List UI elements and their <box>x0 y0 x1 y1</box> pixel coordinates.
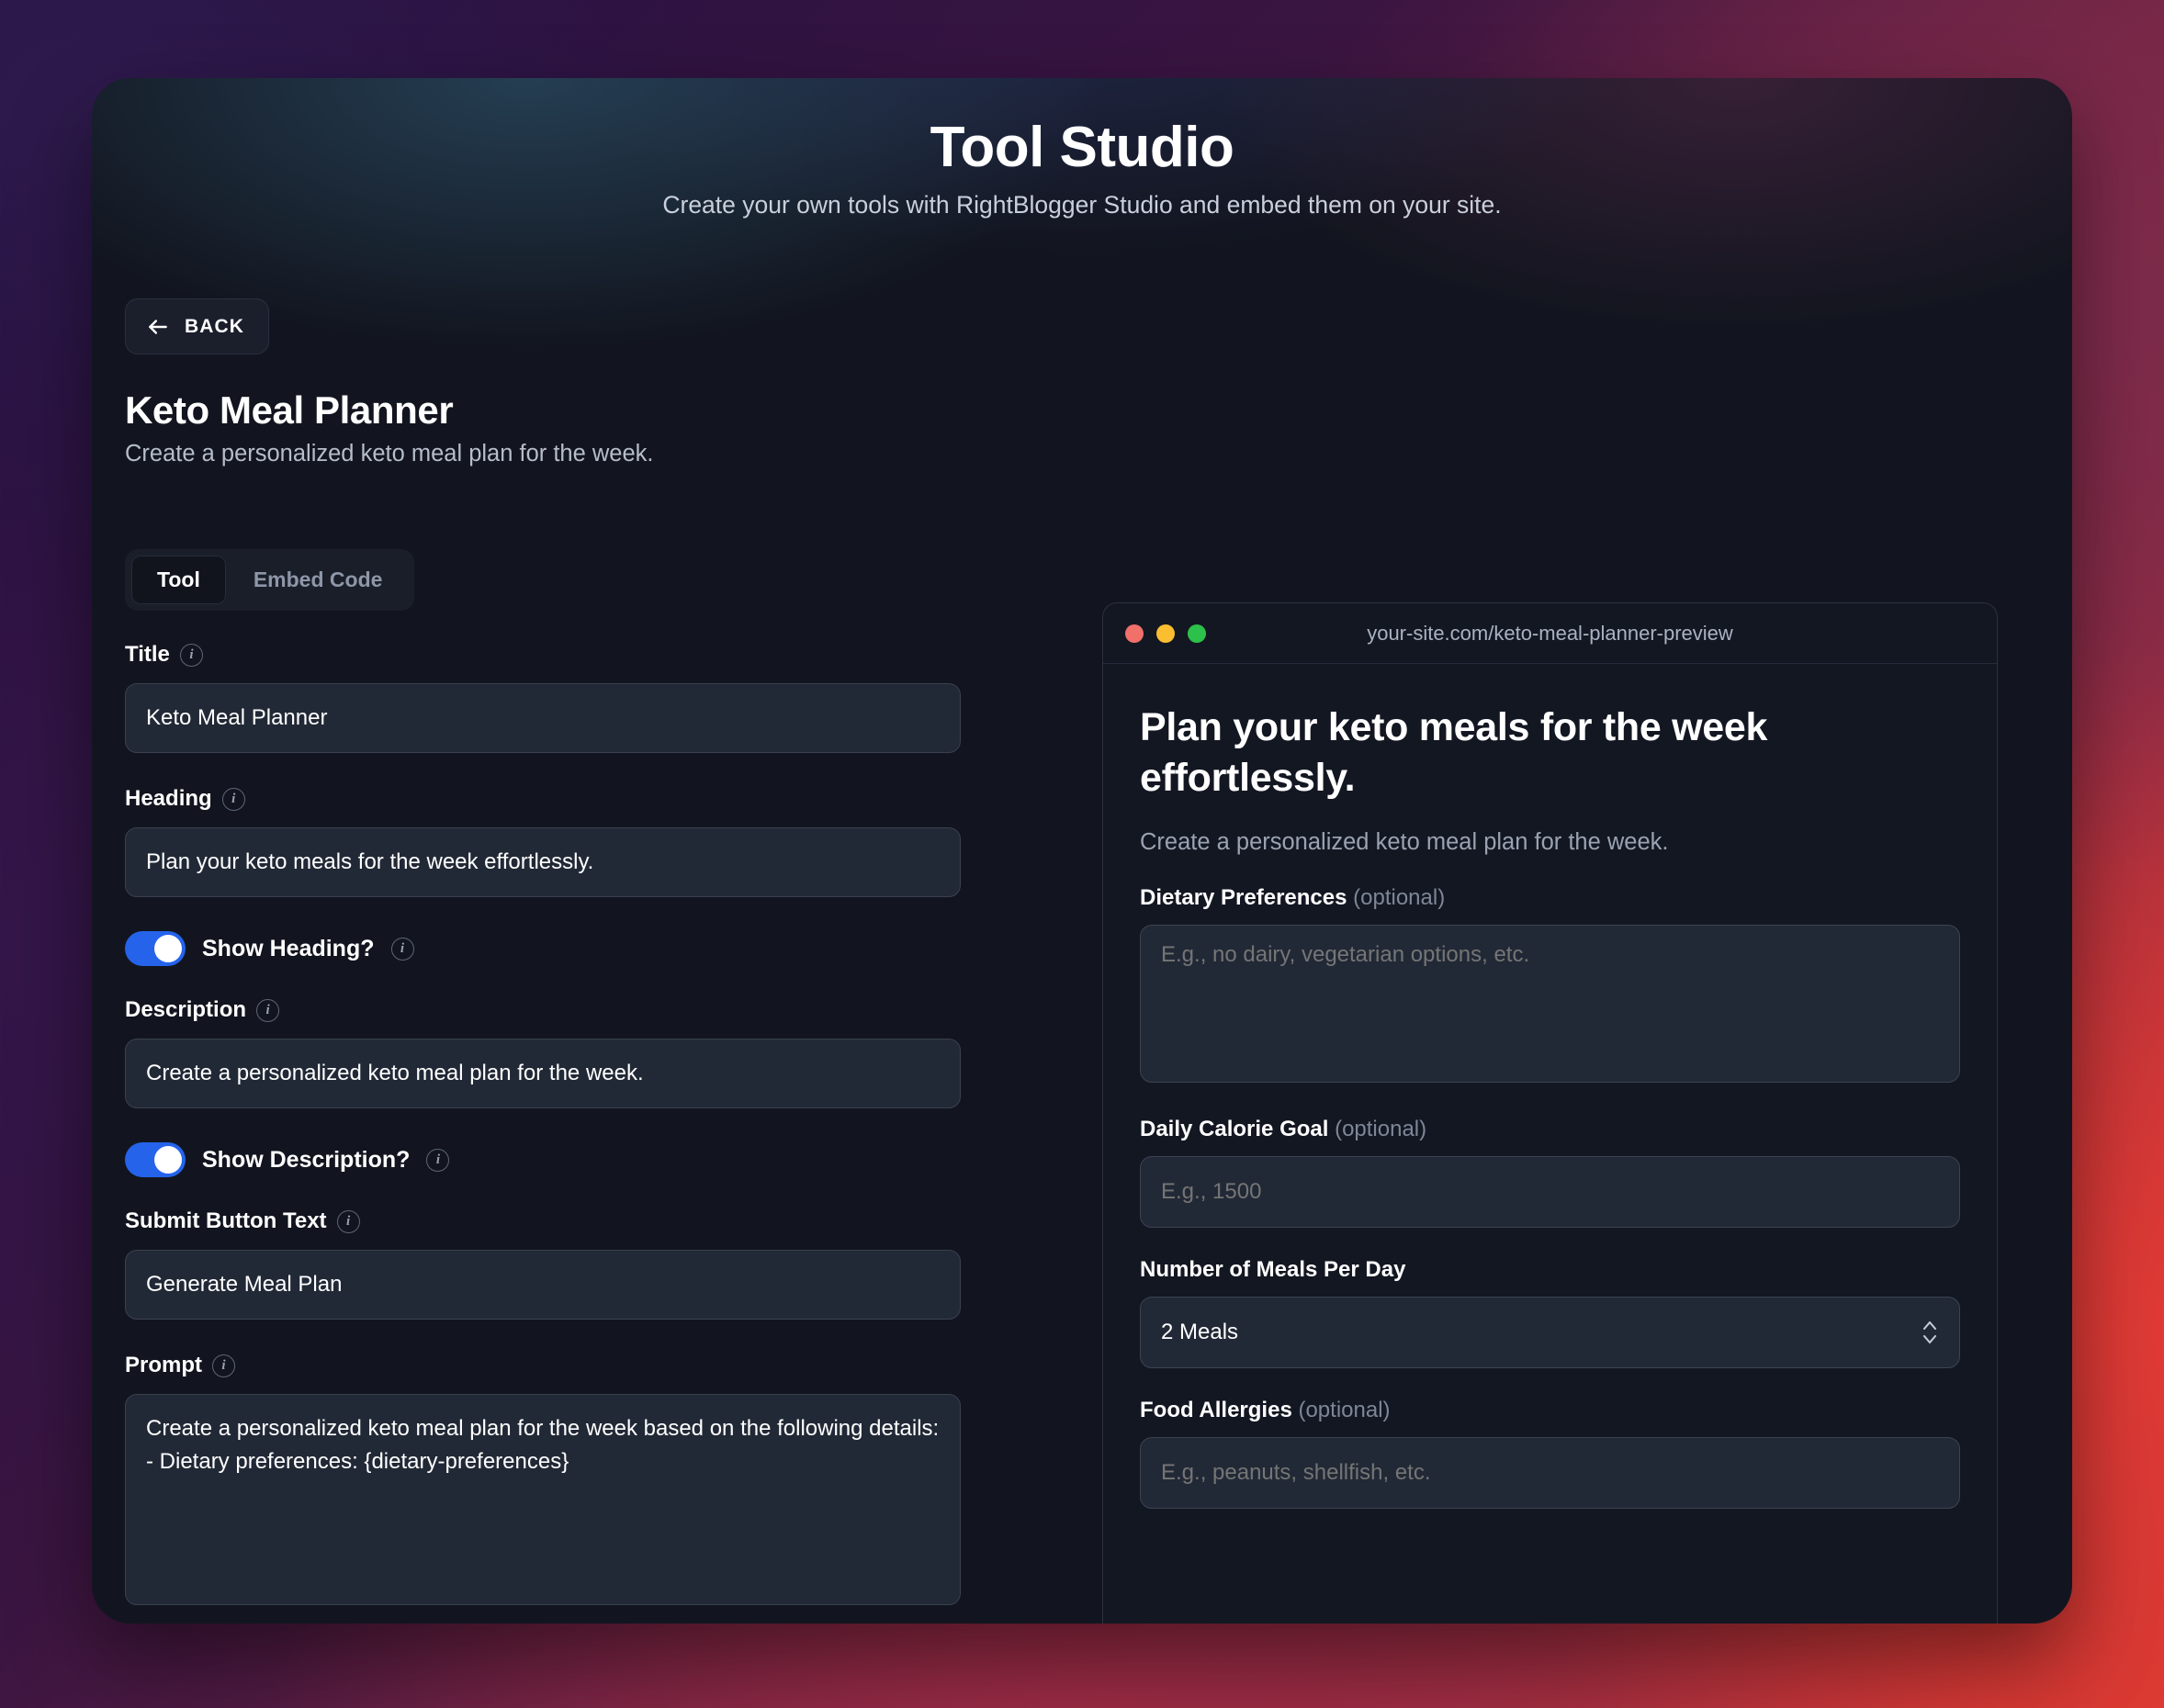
meals-per-day-label: Number of Meals Per Day <box>1140 1257 1960 1283</box>
title-input[interactable] <box>125 683 961 753</box>
prompt-field-group: Prompt i <box>125 1353 961 1610</box>
description-label-row: Description i <box>125 997 961 1023</box>
dietary-preferences-label-text: Dietary Preferences <box>1140 885 1347 911</box>
back-button-label: BACK <box>185 315 245 337</box>
food-allergies-input[interactable] <box>1140 1437 1960 1510</box>
info-icon[interactable]: i <box>221 787 245 811</box>
title-label-row: Title i <box>125 642 961 668</box>
show-heading-toggle-row: Show Heading? i <box>125 931 961 966</box>
info-icon[interactable]: i <box>390 937 414 961</box>
page-subtitle: Create your own tools with RightBlogger … <box>662 191 1502 219</box>
daily-calorie-goal-field: Daily Calorie Goal (optional) <box>1140 1117 1960 1229</box>
arrow-left-icon <box>149 319 167 334</box>
meals-per-day-value: 2 Meals <box>1161 1320 1239 1345</box>
info-icon[interactable]: i <box>179 643 203 667</box>
minimize-dot-icon[interactable] <box>1156 624 1175 643</box>
submit-button-text-label-row: Submit Button Text i <box>125 1208 961 1234</box>
prompt-textarea[interactable] <box>125 1394 961 1605</box>
description-field-group: Description i <box>125 997 961 1108</box>
show-description-toggle-row: Show Description? i <box>125 1142 961 1177</box>
preview-description: Create a personalized keto meal plan for… <box>1140 829 1669 856</box>
info-icon[interactable]: i <box>336 1209 360 1233</box>
toggle-knob <box>154 1146 182 1174</box>
app-card: Tool Studio Create your own tools with R… <box>92 78 2072 1624</box>
chevron-up-down-icon <box>1922 1321 1937 1344</box>
submit-button-text-field-group: Submit Button Text i <box>125 1208 961 1320</box>
show-description-toggle[interactable] <box>125 1142 186 1177</box>
preview-title-bar: your-site.com/keto-meal-planner-preview <box>1103 603 1997 664</box>
title-label: Title <box>125 642 170 667</box>
tab-bar: Tool Embed Code <box>125 549 415 611</box>
page-title: Tool Studio <box>930 116 1234 179</box>
tool-name: Keto Meal Planner <box>125 388 454 432</box>
dietary-preferences-field: Dietary Preferences (optional) <box>1140 885 1960 1087</box>
food-allergies-label: Food Allergies (optional) <box>1140 1398 1960 1423</box>
submit-button-text-input[interactable] <box>125 1250 961 1320</box>
heading-field-group: Heading i <box>125 786 961 897</box>
heading-input[interactable] <box>125 827 961 897</box>
prompt-label: Prompt <box>125 1353 202 1377</box>
daily-calorie-goal-label: Daily Calorie Goal (optional) <box>1140 1117 1960 1142</box>
show-heading-toggle[interactable] <box>125 931 186 966</box>
meals-per-day-field: Number of Meals Per Day 2 Meals <box>1140 1257 1960 1369</box>
title-field-group: Title i <box>125 642 961 753</box>
tab-embed-code[interactable]: Embed Code <box>228 556 409 604</box>
show-description-label: Show Description? <box>202 1146 411 1173</box>
show-heading-label: Show Heading? <box>202 935 375 961</box>
tab-tool[interactable]: Tool <box>131 556 226 604</box>
description-label: Description <box>125 997 247 1022</box>
heading-label-row: Heading i <box>125 786 961 812</box>
maximize-dot-icon[interactable] <box>1188 624 1206 643</box>
info-icon[interactable]: i <box>426 1148 450 1172</box>
optional-tag: (optional) <box>1335 1117 1427 1142</box>
info-icon[interactable]: i <box>212 1354 235 1377</box>
food-allergies-label-text: Food Allergies <box>1140 1398 1292 1423</box>
tool-header: Keto Meal Planner Create a personalized … <box>125 388 654 467</box>
optional-tag: (optional) <box>1353 885 1446 911</box>
tool-description: Create a personalized keto meal plan for… <box>125 441 654 466</box>
preview-url: your-site.com/keto-meal-planner-preview <box>1367 621 1733 645</box>
daily-calorie-goal-input[interactable] <box>1140 1156 1960 1229</box>
description-input[interactable] <box>125 1039 961 1108</box>
optional-tag: (optional) <box>1298 1398 1391 1423</box>
preview-content: Plan your keto meals for the week effort… <box>1103 664 1997 1510</box>
meals-per-day-label-text: Number of Meals Per Day <box>1140 1257 1406 1283</box>
meals-per-day-select[interactable]: 2 Meals <box>1140 1297 1960 1369</box>
editor-panel: Title i Heading i Show Heading? i Descri… <box>125 642 961 1624</box>
dietary-preferences-textarea[interactable] <box>1140 925 1960 1084</box>
dietary-preferences-label: Dietary Preferences (optional) <box>1140 885 1960 911</box>
close-dot-icon[interactable] <box>1125 624 1144 643</box>
toggle-knob <box>154 935 182 962</box>
window-controls <box>1125 624 1206 643</box>
heading-label: Heading <box>125 786 212 811</box>
info-icon[interactable]: i <box>256 998 280 1022</box>
back-button[interactable]: BACK <box>125 298 270 354</box>
prompt-label-row: Prompt i <box>125 1353 961 1378</box>
submit-button-text-label: Submit Button Text <box>125 1208 327 1233</box>
preview-heading: Plan your keto meals for the week effort… <box>1140 705 1768 801</box>
food-allergies-field: Food Allergies (optional) <box>1140 1398 1960 1510</box>
daily-calorie-goal-label-text: Daily Calorie Goal <box>1140 1117 1329 1142</box>
preview-browser: your-site.com/keto-meal-planner-preview … <box>1102 602 1998 1624</box>
hero-header: Tool Studio Create your own tools with R… <box>92 78 2072 219</box>
